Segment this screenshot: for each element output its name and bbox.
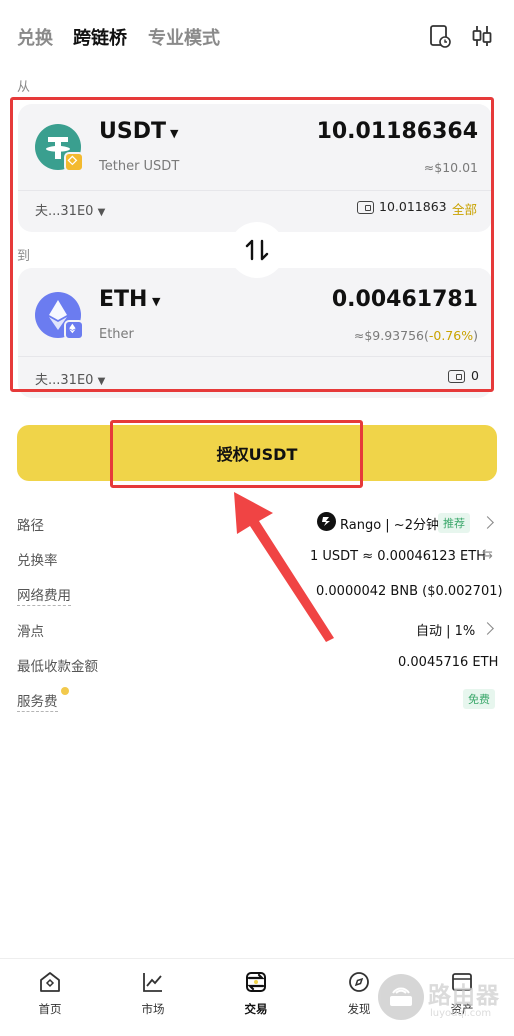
chevron-right-icon[interactable] xyxy=(481,516,494,529)
network-fee-label[interactable]: 网络费用 xyxy=(17,584,71,606)
min-received-label: 最低收款金额 xyxy=(17,659,98,675)
rate-label: 兑换率 xyxy=(17,553,58,569)
chevron-right-icon[interactable] xyxy=(481,622,494,635)
highlight-box-token-cards xyxy=(10,97,494,392)
tab-bridge[interactable]: 跨链桥 xyxy=(73,24,127,50)
settings-icon[interactable] xyxy=(468,22,496,50)
nav-trade[interactable]: 交易 xyxy=(216,959,296,1036)
trade-icon xyxy=(246,972,266,992)
highlight-box-approve-button xyxy=(110,420,363,488)
from-label: 从 xyxy=(17,80,31,95)
route-value[interactable]: Rango | ~2分钟 xyxy=(340,514,439,533)
nav-market-label: 市场 xyxy=(141,1002,165,1016)
watermark-url: luyouqi.com xyxy=(430,1008,492,1019)
watermark-text: 路由器 xyxy=(428,983,500,1009)
info-dot-icon xyxy=(61,687,69,695)
rate-value: 1 USDT ≈ 0.00046123 ETH xyxy=(310,549,486,564)
network-fee-value: 0.0000042 BNB ($0.002701) xyxy=(316,584,503,599)
top-tabs: 兑换 跨链桥 专业模式 xyxy=(0,0,514,70)
watermark-router-icon xyxy=(378,974,424,1020)
discover-icon xyxy=(349,972,369,992)
min-received-value: 0.0045716 ETH xyxy=(398,655,499,670)
nav-trade-label: 交易 xyxy=(244,1002,268,1016)
nav-home-label: 首页 xyxy=(38,1002,62,1016)
route-label: 路径 xyxy=(17,518,44,534)
tab-pro-mode[interactable]: 专业模式 xyxy=(148,24,220,50)
rango-logo-icon xyxy=(317,512,336,531)
slippage-value[interactable]: 自动 | 1% xyxy=(416,620,475,639)
nav-market[interactable]: 市场 xyxy=(113,959,193,1036)
rate-switch-icon[interactable]: ⇆ xyxy=(482,547,493,562)
slippage-label: 滑点 xyxy=(17,624,44,640)
recommended-badge: 推荐 xyxy=(438,513,470,533)
market-chart-icon xyxy=(143,973,162,992)
tab-swap[interactable]: 兑换 xyxy=(17,24,53,50)
watermark-logo: 路由器 luyouqi.com xyxy=(376,968,510,1028)
nav-home[interactable]: 首页 xyxy=(10,959,90,1036)
history-icon[interactable] xyxy=(426,22,454,50)
free-badge: 免费 xyxy=(463,689,495,709)
home-icon xyxy=(40,972,60,992)
service-fee-label[interactable]: 服务费 xyxy=(17,690,58,712)
